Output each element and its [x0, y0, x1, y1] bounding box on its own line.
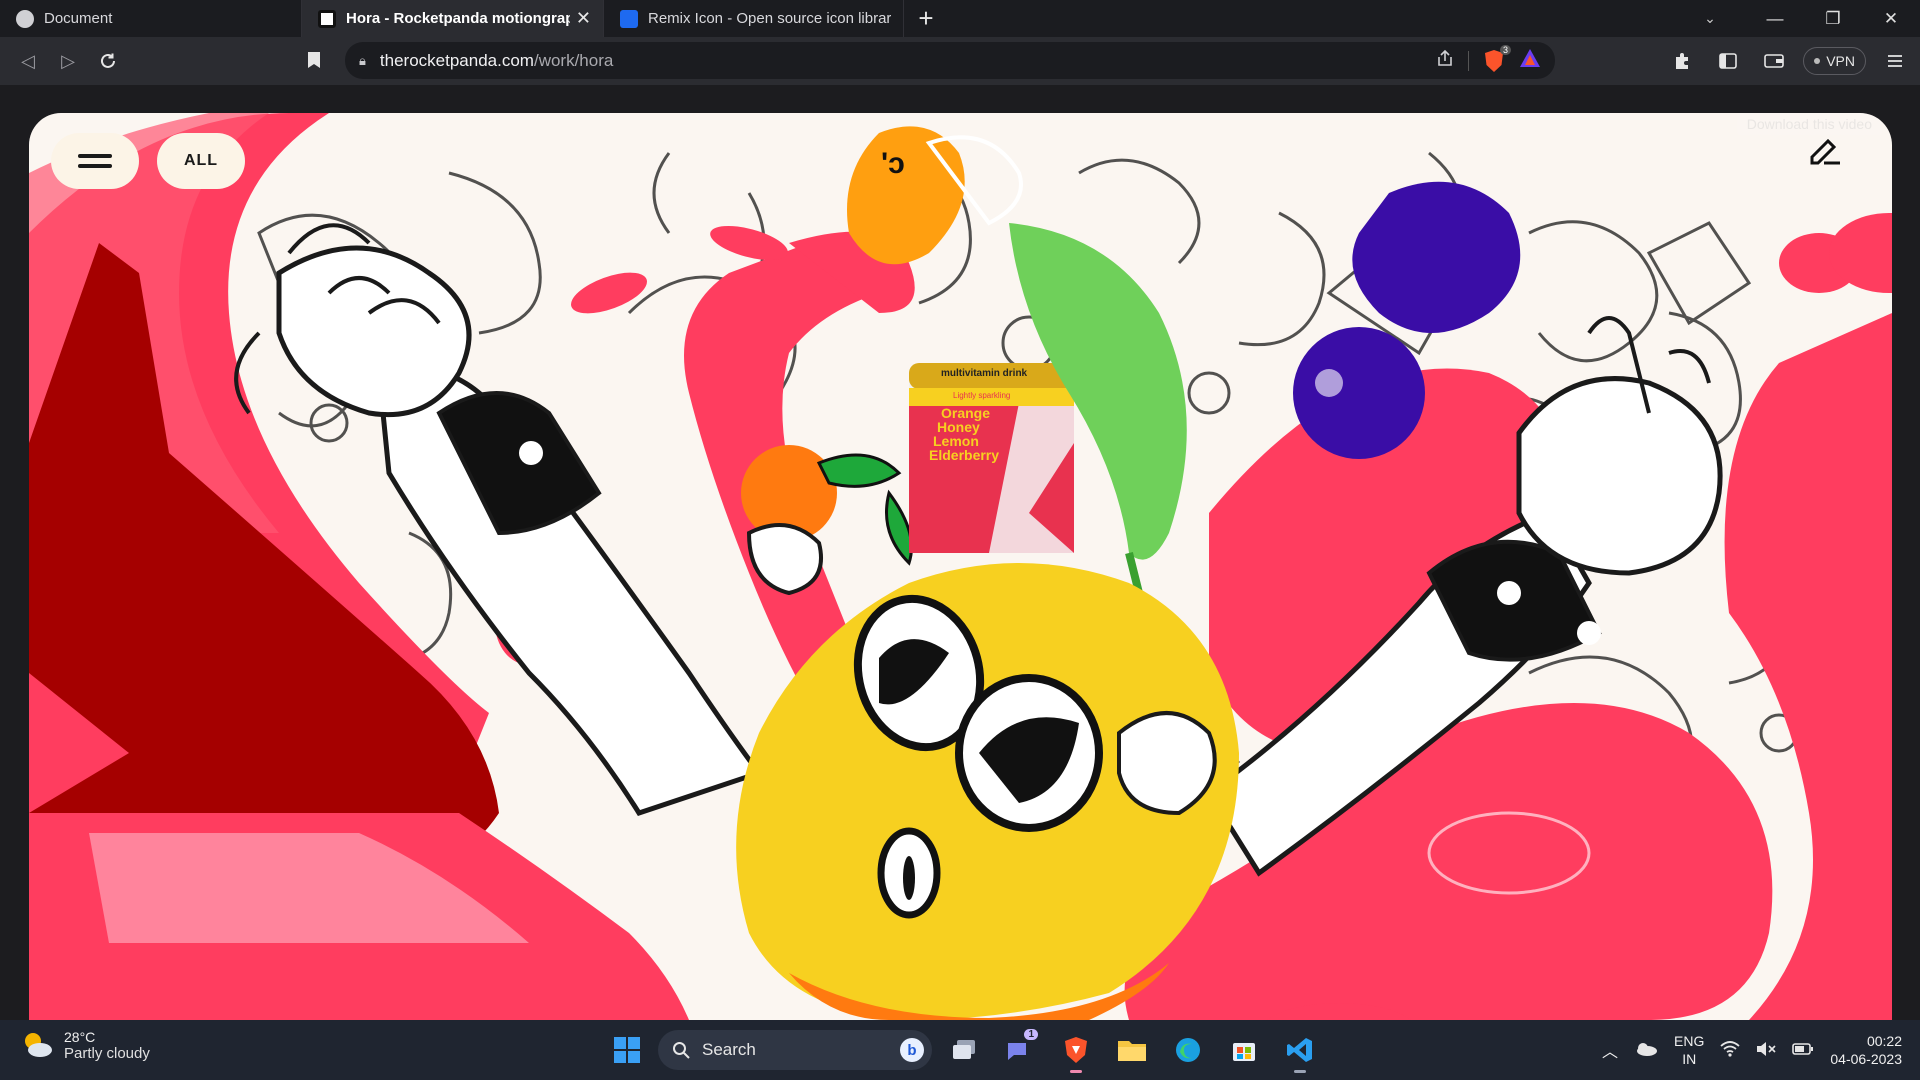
file-explorer-icon[interactable]	[1108, 1027, 1156, 1073]
active-indicator	[1070, 1070, 1082, 1073]
task-view-icon[interactable]	[940, 1027, 988, 1073]
tab-title: Remix Icon - Open source icon library	[648, 10, 891, 27]
search-icon	[673, 1042, 690, 1059]
share-icon[interactable]	[1436, 49, 1454, 72]
extensions-puzzle-icon[interactable]	[1665, 44, 1699, 78]
wallet-icon[interactable]	[1757, 44, 1791, 78]
weather-condition: Partly cloudy	[64, 1044, 150, 1062]
tab-document[interactable]: Document	[0, 0, 302, 37]
sidebar-icon[interactable]	[1711, 44, 1745, 78]
tab-title: Document	[44, 10, 113, 27]
weather-temp: 28°C	[64, 1028, 96, 1045]
address-bar[interactable]: 🔒︎ therocketpanda.com/work/hora 3	[345, 42, 1555, 79]
partly-cloudy-icon	[20, 1028, 54, 1062]
vpn-button[interactable]: VPN	[1803, 47, 1866, 75]
lock-icon[interactable]: 🔒︎	[359, 53, 366, 69]
vpn-status-dot	[1814, 58, 1821, 64]
shields-count-badge: 3	[1499, 44, 1511, 55]
url-path: /work/hora	[533, 50, 614, 70]
taskbar-apps: Search b 1	[604, 1027, 1324, 1073]
restore-icon[interactable]: ❐	[1804, 0, 1862, 37]
window-controls: — ❐ ✕	[1746, 0, 1920, 37]
weather-widget[interactable]: 28°C Partly cloudy	[20, 1028, 150, 1062]
running-indicator	[1294, 1070, 1306, 1073]
edge-browser-icon[interactable]	[1164, 1027, 1212, 1073]
reload-icon[interactable]	[88, 41, 128, 81]
language-line1: ENG	[1674, 1033, 1705, 1049]
rocketpanda-favicon-icon	[318, 9, 336, 28]
vscode-icon[interactable]	[1276, 1027, 1324, 1073]
tab-remix-icon[interactable]: Remix Icon - Open source icon library	[604, 0, 904, 37]
taskbar-search[interactable]: Search b	[658, 1030, 932, 1070]
url-host: therocketpanda.com	[379, 50, 534, 70]
microsoft-store-icon[interactable]	[1220, 1027, 1268, 1073]
svg-text:'ↄ: 'ↄ	[881, 147, 905, 180]
back-icon[interactable]: ◁	[8, 41, 48, 81]
windows-start-icon[interactable]	[604, 1027, 650, 1073]
search-label: Search	[702, 1040, 756, 1059]
chat-badge: 1	[1024, 1029, 1038, 1040]
pen-edit-icon[interactable]	[1808, 135, 1868, 191]
globe-icon	[16, 9, 34, 28]
tab-search-chevron-icon[interactable]: ⌄	[1690, 0, 1730, 37]
vpn-label: VPN	[1826, 53, 1855, 69]
brave-browser-icon[interactable]	[1052, 1027, 1100, 1073]
browser-toolbar: ◁ ▷ 🔒︎ therocketpanda.com/work/hora 3 VP…	[0, 37, 1920, 85]
minimize-icon[interactable]: —	[1746, 0, 1804, 37]
show-hidden-icons-chevron-icon[interactable]: ︿	[1602, 1038, 1618, 1062]
download-video-overlay[interactable]: Download this video	[1736, 113, 1882, 135]
windows-taskbar: 28°C Partly cloudy Search b 1 ︿ ENG IN 0…	[0, 1020, 1920, 1080]
forward-icon[interactable]: ▷	[48, 41, 88, 81]
main-menu-icon[interactable]	[1878, 44, 1912, 78]
bookmark-icon[interactable]	[300, 46, 328, 74]
new-tab-button[interactable]: +	[904, 0, 948, 37]
tab-strip: Document Hora - Rocketpanda motiongraphi…	[0, 0, 1920, 37]
volume-muted-icon[interactable]	[1756, 1041, 1776, 1060]
hora-illustration-art: 'ↄ	[29, 113, 1892, 1020]
onedrive-cloud-icon[interactable]	[1634, 1041, 1658, 1060]
tab-hora-rocketpanda[interactable]: Hora - Rocketpanda motiongraphics ✕	[302, 0, 604, 37]
remix-icon-favicon-icon	[620, 9, 638, 28]
battery-icon[interactable]	[1792, 1042, 1814, 1059]
page-viewport: 'ↄ multivitamin drink Lightly sparkling …	[0, 85, 1920, 1020]
teams-chat-icon[interactable]: 1	[996, 1027, 1044, 1073]
tab-title: Hora - Rocketpanda motiongraphics	[346, 10, 570, 27]
language-indicator[interactable]: ENG IN	[1674, 1032, 1704, 1068]
bing-icon[interactable]: b	[900, 1038, 924, 1062]
hamburger-icon	[78, 154, 112, 168]
clock-time: 00:22	[1866, 1033, 1902, 1049]
can-flavor-elderberry: Elderberry	[929, 447, 1000, 463]
hero-illustration: 'ↄ multivitamin drink Lightly sparkling …	[29, 113, 1892, 1020]
language-line2: IN	[1682, 1051, 1697, 1067]
can-brand-line: multivitamin drink	[941, 368, 1028, 379]
clock[interactable]: 00:22 04-06-2023	[1830, 1032, 1902, 1068]
brave-shields-icon[interactable]: 3	[1483, 44, 1511, 73]
wifi-icon[interactable]	[1720, 1040, 1740, 1060]
close-window-icon[interactable]: ✕	[1862, 0, 1920, 37]
can-subline: Lightly sparkling	[953, 391, 1011, 400]
brave-rewards-icon[interactable]	[1519, 48, 1541, 73]
close-tab-icon[interactable]: ✕	[576, 8, 591, 29]
system-tray: ︿ ENG IN 00:22 04-06-2023	[1602, 1020, 1902, 1080]
clock-date: 04-06-2023	[1830, 1051, 1902, 1067]
menu-button[interactable]	[51, 133, 139, 189]
divider	[1468, 50, 1469, 71]
all-filter-button[interactable]: ALL	[157, 133, 245, 189]
